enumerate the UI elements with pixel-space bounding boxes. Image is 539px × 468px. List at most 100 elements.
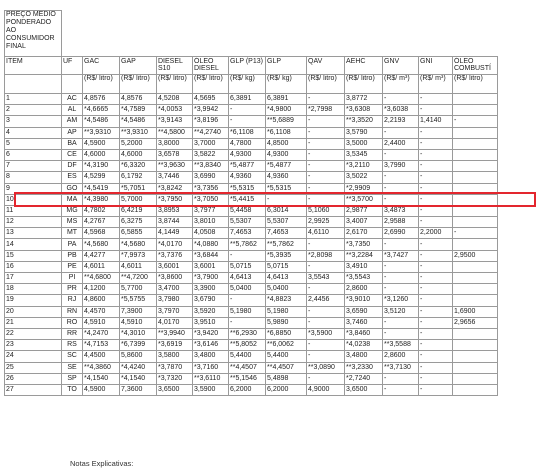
table-cell: 2,4400: [382, 137, 419, 150]
row-uf: PI: [61, 271, 83, 285]
row-uf: MS: [61, 216, 83, 229]
table-cell: -: [306, 316, 345, 329]
table-row: 16 PE 4,6011 4,6011 3,6001 3,6001 5,0715 5,0715…: [4, 260, 538, 274]
row-uf: MT: [61, 227, 83, 240]
table-cell: 4,5695: [192, 92, 229, 106]
table-cell: -: [306, 283, 345, 296]
table-cell: -: [265, 193, 307, 206]
table-cell: *3,7320: [156, 372, 193, 385]
table-cell: 4,6000: [119, 148, 157, 162]
table-cell: 3,8953: [156, 204, 193, 218]
table-cell: 7,4653: [228, 227, 266, 240]
row-uf: MG: [61, 204, 83, 218]
table-cell: 3,7970: [156, 305, 193, 318]
table-cell: 3,6990: [192, 171, 229, 184]
row-uf: TO: [61, 383, 83, 397]
col-header-oleo-combust: ÓLEO COMBUSTÍ: [452, 56, 498, 75]
col-header-gac: GAC: [82, 56, 120, 75]
table-cell: 4,5968: [82, 227, 120, 240]
row-item-number: 10: [4, 193, 62, 206]
table-cell: *3,7427: [382, 249, 419, 262]
table-cell: **3,9940: [156, 327, 193, 341]
table-cell: 4,4500: [82, 350, 120, 363]
table-cell: 5,7000: [119, 193, 157, 206]
table-cell: 3,9510: [192, 316, 229, 329]
table-cell: *5,5755: [119, 294, 157, 307]
table-cell: *4,5680: [119, 238, 157, 251]
table-cell: 3,5920: [192, 305, 229, 318]
table-cell: *6,1108: [228, 126, 266, 139]
table-cell: *3,7356: [192, 182, 229, 195]
table-cell: 7,4653: [265, 227, 307, 240]
table-cell: 6,3891: [228, 92, 266, 106]
table-cell: -: [228, 294, 266, 307]
table-cell: *4,0053: [156, 104, 193, 117]
table-cell: -: [382, 260, 419, 274]
table-cell: *3,7160: [192, 361, 229, 374]
table-cell: [452, 160, 498, 173]
table-cell: 2,9925: [306, 216, 345, 229]
table-cell: -: [382, 271, 419, 285]
table-cell: -: [382, 182, 419, 195]
unit-oleo-combust: (R$/ litro): [452, 74, 498, 94]
table-cell: -: [306, 148, 345, 162]
table-cell: -: [382, 92, 419, 106]
table-cell: -: [382, 238, 419, 251]
table-row: 4 AP **3,9310 **3,9310 **4,5800 **4,2740 *6,11…: [4, 126, 538, 139]
row-uf: DF: [61, 160, 83, 173]
row-uf: AC: [61, 92, 83, 106]
table-cell: *3,7950: [156, 193, 193, 206]
table-cell: 2,6990: [382, 227, 419, 240]
table-row: 3 AM *4,5486 *4,5486 *3,9143 *3,8196- **5,6889…: [4, 115, 538, 128]
table-cell: *3,8242: [156, 182, 193, 195]
table-cell: 5,9890: [265, 316, 307, 329]
table-cell: -: [306, 350, 345, 363]
table-cell: *5,5315: [228, 182, 266, 195]
row-item-number: 8: [4, 171, 62, 184]
table-cell: 3,4800: [192, 350, 229, 363]
table-cell: *4,7589: [119, 104, 157, 117]
table-cell: 5,0715: [228, 260, 266, 274]
table-cell: 4,4570: [82, 305, 120, 318]
unit-qav: (R$/ litro): [306, 74, 345, 94]
table-cell: 3,7460: [344, 316, 383, 329]
row-item-number: 25: [4, 361, 62, 374]
table-cell: 2,2000: [418, 227, 453, 240]
table-cell: -: [418, 104, 453, 117]
table-cell: *5,7051: [119, 182, 157, 195]
row-uf: SP: [61, 372, 83, 385]
table-cell: *3,6146: [192, 339, 229, 352]
table-cell: 3,5345: [344, 148, 383, 162]
table-cell: 2,6170: [344, 227, 383, 240]
table-cell: -: [418, 350, 453, 363]
table-cell: 7,3600: [119, 383, 157, 397]
table-cell: 6,3891: [265, 92, 307, 106]
col-header-oleo-combust-text: ÓLEO COMBUSTÍ: [454, 58, 491, 72]
row-item-number: 12: [4, 216, 62, 229]
table-cell: *3,6919: [156, 339, 193, 352]
table-cell: 2,9588: [382, 216, 419, 229]
table-cell: -: [228, 249, 266, 262]
unit-oleo-diesel: (R$/ litro): [192, 74, 229, 94]
table-cell: [452, 339, 498, 352]
table-cell: [452, 171, 498, 184]
row-item-number: 23: [4, 339, 62, 352]
unit-gac: (R$/ litro): [82, 74, 120, 94]
table-cell: 5,4400: [265, 350, 307, 363]
table-cell: -: [382, 126, 419, 139]
table-cell: 3,5120: [382, 305, 419, 318]
table-cell: 4,0508: [192, 227, 229, 240]
table-cell: -: [228, 316, 266, 329]
table-cell: **3,5700: [344, 193, 383, 206]
table-cell: **3,9310: [119, 126, 157, 139]
table-cell: -: [306, 339, 345, 352]
table-cell: *5,4415: [228, 193, 266, 206]
fuel-price-table: PREÇO MÉDIO PONDERADO AO CONSUMIDOR FINA…: [4, 10, 538, 397]
table-cell: -: [382, 148, 419, 162]
table-cell: -: [418, 294, 453, 307]
table-cell: **6,2930: [228, 327, 266, 341]
table-cell: 4,9300: [228, 148, 266, 162]
table-cell: *4,2470: [82, 327, 120, 341]
table-cell: -: [418, 238, 453, 251]
table-cell: *4,0880: [192, 238, 229, 251]
